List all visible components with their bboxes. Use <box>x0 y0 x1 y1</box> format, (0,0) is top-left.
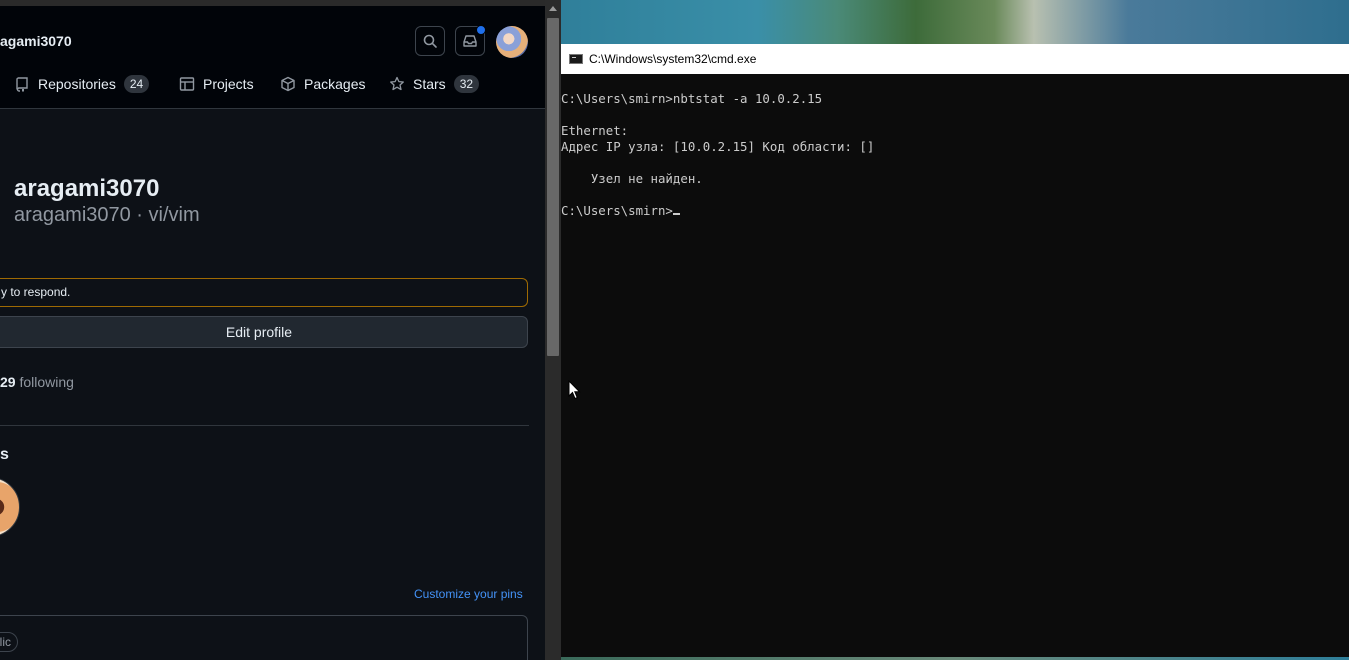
profile-display-name: aragami3070 <box>14 175 160 202</box>
tab-packages[interactable]: Packages <box>280 66 365 102</box>
tab-stars-label: Stars <box>413 76 446 92</box>
notification-dot <box>476 25 486 35</box>
scrollbar-thumb[interactable] <box>547 18 559 356</box>
notice-banner: y to respond. <box>0 278 528 307</box>
tab-projects-label: Projects <box>203 76 254 92</box>
github-profile-pane: agami3070 Repositories 24 Projects Packa… <box>0 0 545 660</box>
search-icon <box>423 34 437 48</box>
console-line: Узел не найден. <box>561 171 703 186</box>
desktop-area: C:\Windows\system32\cmd.exe C:\Users\smi… <box>561 0 1349 660</box>
console-prompt: C:\Users\smirn> <box>561 203 673 218</box>
edit-profile-button[interactable]: Edit profile <box>0 316 528 348</box>
cmd-window-title: C:\Windows\system32\cmd.exe <box>589 52 757 66</box>
console-line: C:\Users\smirn>nbtstat -a 10.0.2.15 <box>561 91 823 106</box>
organization-avatar[interactable] <box>0 477 20 537</box>
search-button[interactable] <box>415 26 445 56</box>
inbox-icon <box>463 35 477 47</box>
table-icon <box>179 77 195 91</box>
organizations-heading: s <box>0 446 9 463</box>
tab-projects[interactable]: Projects <box>179 66 254 102</box>
package-icon <box>281 76 295 92</box>
cmd-console[interactable]: C:\Users\smirn>nbtstat -a 10.0.2.15 Ethe… <box>561 74 1349 657</box>
desktop-wallpaper <box>561 0 1349 44</box>
customize-pins-link[interactable]: Customize your pins <box>414 587 523 601</box>
console-prompt-line: C:\Users\smirn> <box>561 203 680 218</box>
console-line: Ethernet: <box>561 123 629 138</box>
github-header: agami3070 <box>0 0 545 66</box>
mouse-pointer-icon <box>568 380 581 400</box>
section-divider <box>0 425 529 426</box>
following-stat[interactable]: 29 following <box>0 374 74 390</box>
inbox-button[interactable] <box>455 25 486 56</box>
cmd-titlebar[interactable]: C:\Windows\system32\cmd.exe <box>561 44 1349 74</box>
star-icon <box>390 76 404 91</box>
tab-repositories[interactable]: Repositories 24 <box>14 66 150 102</box>
console-line: Адрес IP узла: [10.0.2.15] Код области: … <box>561 139 875 154</box>
user-avatar[interactable] <box>496 26 528 58</box>
repositories-count: 24 <box>123 75 150 93</box>
pinned-repo-card[interactable] <box>0 615 528 660</box>
stars-count: 32 <box>453 75 480 93</box>
header-username[interactable]: agami3070 <box>0 33 72 49</box>
scroll-up-arrow-icon[interactable] <box>549 6 557 11</box>
following-label: following <box>19 374 74 390</box>
tab-stars[interactable]: Stars 32 <box>389 66 480 102</box>
cmd-app-icon <box>569 54 583 64</box>
tab-repositories-label: Repositories <box>38 76 116 92</box>
tab-packages-label: Packages <box>304 76 366 92</box>
browser-scrollbar[interactable] <box>545 0 561 660</box>
profile-subtitle: aragami3070 · vi/vim <box>14 204 200 226</box>
repo-icon <box>16 77 28 92</box>
text-caret <box>672 213 680 215</box>
following-count: 29 <box>0 374 16 390</box>
